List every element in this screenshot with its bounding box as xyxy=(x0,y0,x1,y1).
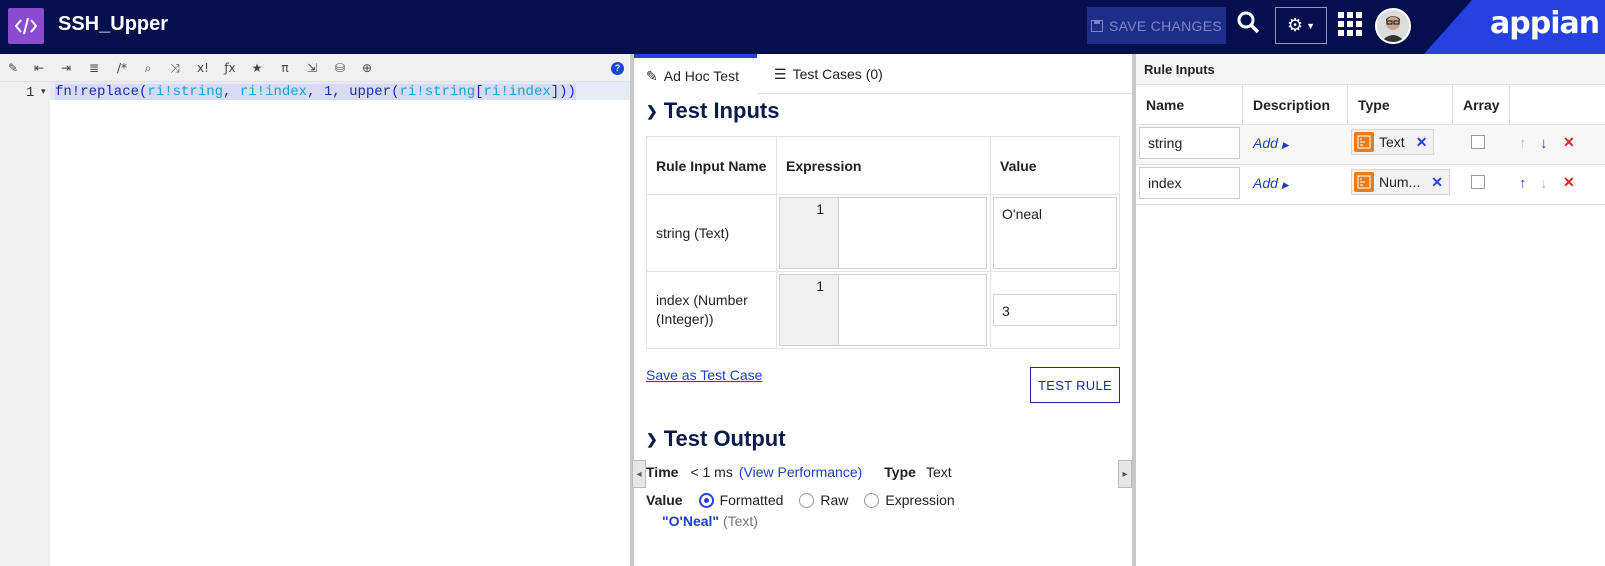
export-icon[interactable]: ⇲ xyxy=(303,59,321,77)
type-picker[interactable]: Text ✕ xyxy=(1351,129,1435,155)
section-title: Test Output xyxy=(663,426,786,451)
test-output-header[interactable]: ❯ Test Output xyxy=(646,426,786,452)
radio-expression[interactable] xyxy=(864,492,880,508)
save-changes-button[interactable]: SAVE CHANGES xyxy=(1087,7,1226,44)
type-picker[interactable]: Num... ✕ xyxy=(1351,169,1450,195)
rule-input-name-field[interactable]: index xyxy=(1139,167,1240,199)
edit-icon: ✎ xyxy=(646,67,658,84)
avatar[interactable] xyxy=(1375,8,1411,44)
line-number: 1 xyxy=(26,85,35,101)
save-changes-label: SAVE CHANGES xyxy=(1108,17,1223,34)
test-inputs-header[interactable]: ❯ Test Inputs xyxy=(646,98,779,124)
chevron-down-icon: ❯ xyxy=(646,430,658,447)
top-bar: SSH_Upper SAVE CHANGES ⚙ ▼ appian xyxy=(0,0,1605,54)
type-icon xyxy=(1354,172,1374,192)
appian-logo: appian xyxy=(1490,6,1600,41)
column-header: Expression xyxy=(776,136,991,195)
outdent-icon[interactable]: ⇤ xyxy=(30,59,48,77)
comment-icon[interactable]: /* xyxy=(113,59,131,77)
collapse-right-icon[interactable]: ▸ xyxy=(1118,460,1132,488)
remove-type-icon[interactable]: ✕ xyxy=(1431,174,1443,191)
collapse-left-icon[interactable]: ◂ xyxy=(632,460,646,488)
type-icon xyxy=(1354,132,1374,152)
view-performance-link[interactable]: (View Performance) xyxy=(739,464,862,480)
result-type: (Text) xyxy=(722,513,758,529)
tab-ad-hoc-test[interactable]: ✎ Ad Hoc Test xyxy=(634,54,757,94)
remove-type-icon[interactable]: ✕ xyxy=(1416,134,1428,151)
array-checkbox[interactable] xyxy=(1471,175,1485,189)
tab-label: Ad Hoc Test xyxy=(663,68,739,84)
table-row: index (Number (Integer)) 1 3 xyxy=(646,271,1120,349)
rule-input-name-field[interactable]: string xyxy=(1139,127,1240,159)
editor-toolbar: ✎ ⇤ ⇥ ≣ /* ⌕ ⤨ x! ƒx ★ π ⇲ ⛁ ⊕ ? xyxy=(0,54,630,82)
output-value-row: Value Formatted Raw Expression xyxy=(646,492,955,508)
test-panel: ✎ Ad Hoc Test ☰ Test Cases (0) ❯ Test In… xyxy=(634,54,1132,566)
radio-raw[interactable] xyxy=(799,492,815,508)
tab-label: Test Cases (0) xyxy=(792,66,883,82)
section-title: Test Inputs xyxy=(663,98,780,123)
page-title: SSH_Upper xyxy=(58,13,169,35)
help-icon[interactable]: ? xyxy=(611,62,624,75)
value-field[interactable]: 3 xyxy=(993,294,1117,326)
list-icon: ☰ xyxy=(774,65,787,82)
save-as-test-case-link[interactable]: Save as Test Case xyxy=(646,367,762,383)
code-icon xyxy=(8,8,44,44)
format-icon[interactable]: ≣ xyxy=(85,59,103,77)
input-name: index (Number (Integer)) xyxy=(646,271,777,349)
table-row: index Add ▶ Num... ✕ ↑ ↓ ✕ xyxy=(1136,165,1605,205)
output-time-row: Time < 1 ms (View Performance) Type Text xyxy=(646,464,952,480)
gear-icon: ⚙ xyxy=(1286,15,1304,36)
add-description-link[interactable]: Add ▶ xyxy=(1253,135,1289,151)
tab-test-cases[interactable]: ☰ Test Cases (0) xyxy=(762,54,895,94)
search-icon[interactable] xyxy=(1236,10,1266,42)
tab-bar: ✎ Ad Hoc Test ☰ Test Cases (0) xyxy=(634,54,1132,94)
magic-wand-icon[interactable]: ✎ xyxy=(4,59,22,77)
delete-icon[interactable]: ✕ xyxy=(1563,174,1575,191)
chevron-down-icon: ❯ xyxy=(646,102,658,119)
table-row: string Add ▶ Text ✕ ↑ ↓ ✕ xyxy=(1136,125,1605,165)
move-down-icon[interactable]: ↓ xyxy=(1540,175,1548,192)
input-name: string (Text) xyxy=(646,194,777,272)
table-row: string (Text) 1 O'neal xyxy=(646,194,1120,272)
rule-inputs-title: Rule Inputs xyxy=(1136,54,1605,85)
move-up-icon[interactable]: ↑ xyxy=(1519,135,1527,152)
column-header: Value xyxy=(990,136,1120,195)
find-icon[interactable]: ⌕ xyxy=(139,59,157,77)
save-icon xyxy=(1090,19,1103,32)
globe-icon[interactable]: ⊕ xyxy=(358,59,376,77)
function-icon[interactable]: ƒx xyxy=(221,59,239,77)
add-description-link[interactable]: Add ▶ xyxy=(1253,175,1289,191)
query-icon[interactable]: ⛁ xyxy=(331,59,349,77)
constant-icon[interactable]: π xyxy=(276,59,294,77)
replace-icon[interactable]: ⤨ xyxy=(166,59,184,77)
value-field[interactable]: O'neal xyxy=(993,197,1117,269)
settings-menu-button[interactable]: ⚙ ▼ xyxy=(1275,7,1327,44)
test-inputs-table: Rule Input Name Expression Value string … xyxy=(646,136,1120,349)
rule-inputs-panel: Rule Inputs Name Description Type Array … xyxy=(1136,54,1605,566)
delete-icon[interactable]: ✕ xyxy=(1563,134,1575,151)
indent-icon[interactable]: ⇥ xyxy=(57,59,75,77)
expression-field[interactable]: 1 xyxy=(779,197,987,269)
move-down-icon[interactable]: ↓ xyxy=(1540,135,1548,152)
fold-icon[interactable]: ▾ xyxy=(41,86,46,97)
move-up-icon[interactable]: ↑ xyxy=(1519,175,1527,192)
array-checkbox[interactable] xyxy=(1471,135,1485,149)
rule-inputs-header: Name Description Type Array xyxy=(1136,85,1605,125)
output-result: "O'Neal" (Text) xyxy=(662,513,758,529)
test-rule-button[interactable]: TEST RULE xyxy=(1030,367,1120,403)
apps-grid-icon[interactable] xyxy=(1338,12,1362,38)
column-header: Rule Input Name xyxy=(646,136,777,195)
code-line[interactable]: fn!replace(ri!string, ri!index, 1, upper… xyxy=(55,84,576,100)
caret-down-icon: ▼ xyxy=(1306,20,1316,31)
rule-icon[interactable]: x! xyxy=(194,59,212,77)
radio-formatted[interactable] xyxy=(698,492,714,508)
line-gutter xyxy=(0,82,50,566)
star-icon[interactable]: ★ xyxy=(248,59,266,77)
expression-field[interactable]: 1 xyxy=(779,274,987,346)
expression-editor[interactable]: ✎ ⇤ ⇥ ≣ /* ⌕ ⤨ x! ƒx ★ π ⇲ ⛁ ⊕ ? 1 ▾ fn!… xyxy=(0,54,630,566)
result-value: "O'Neal" xyxy=(662,513,720,529)
